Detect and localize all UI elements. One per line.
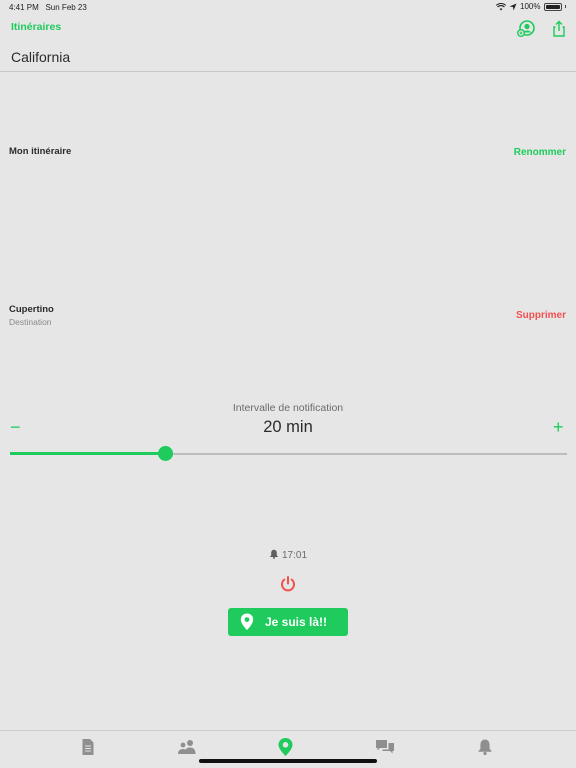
share-icon[interactable] <box>549 19 569 39</box>
destination-name: Cupertino <box>9 304 54 315</box>
status-time: 4:41 PM <box>9 3 39 12</box>
rename-button[interactable]: Renommer <box>514 147 566 158</box>
increase-button[interactable]: + <box>553 418 564 436</box>
interval-title: Intervalle de notification <box>232 402 344 414</box>
location-pin-tab-icon[interactable] <box>277 737 294 757</box>
location-arrow-icon <box>509 3 517 10</box>
alarm-time: 17:01 <box>281 550 308 561</box>
people-icon[interactable] <box>177 738 197 756</box>
status-bar: 4:41 PM Sun Feb 23 100% <box>0 0 576 14</box>
alarm-time-row: 17:01 <box>0 549 576 561</box>
document-icon[interactable] <box>79 738 97 756</box>
check-in-label: Je suis là!! <box>265 615 328 629</box>
home-indicator <box>199 759 377 763</box>
status-date: Sun Feb 23 <box>45 3 87 12</box>
chat-icon[interactable] <box>375 738 395 756</box>
bell-icon <box>269 549 278 559</box>
battery-percent: 100% <box>520 2 541 11</box>
battery-icon <box>543 2 562 11</box>
delete-button[interactable]: Supprimer <box>516 310 566 321</box>
interval-slider-thumb[interactable] <box>158 446 174 461</box>
destination-type: Destination <box>9 317 52 327</box>
interval-slider-fill <box>10 452 166 455</box>
user-circle-icon[interactable] <box>516 19 536 39</box>
location-pin-icon <box>240 613 254 630</box>
bell-tab-icon[interactable] <box>476 738 494 756</box>
divider <box>0 71 576 72</box>
wifi-icon <box>496 2 507 10</box>
page-title: California <box>11 49 71 65</box>
itinerary-name: Mon itinéraire <box>9 146 72 157</box>
check-in-button[interactable]: Je suis là!! <box>228 608 348 636</box>
back-button[interactable]: Itinéraires <box>11 21 61 33</box>
interval-value: 20 min <box>263 418 313 436</box>
power-icon[interactable] <box>279 575 297 593</box>
